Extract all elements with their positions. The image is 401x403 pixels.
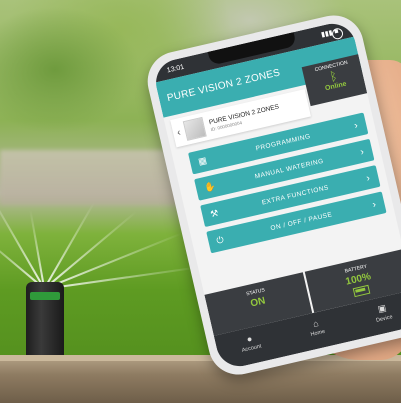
tab-label: Device [375,314,394,324]
water-spray [43,231,184,290]
sprinkler-ring [30,292,60,300]
water-spray [43,201,95,290]
battery-icon [352,284,370,298]
water-spray [0,193,45,290]
chevron-left-icon[interactable]: ‹ [176,127,182,138]
clock: 13:01 [166,63,185,74]
device-thumbnail [183,116,208,141]
tab-label: Home [310,328,326,338]
wooden-fence [0,355,401,403]
